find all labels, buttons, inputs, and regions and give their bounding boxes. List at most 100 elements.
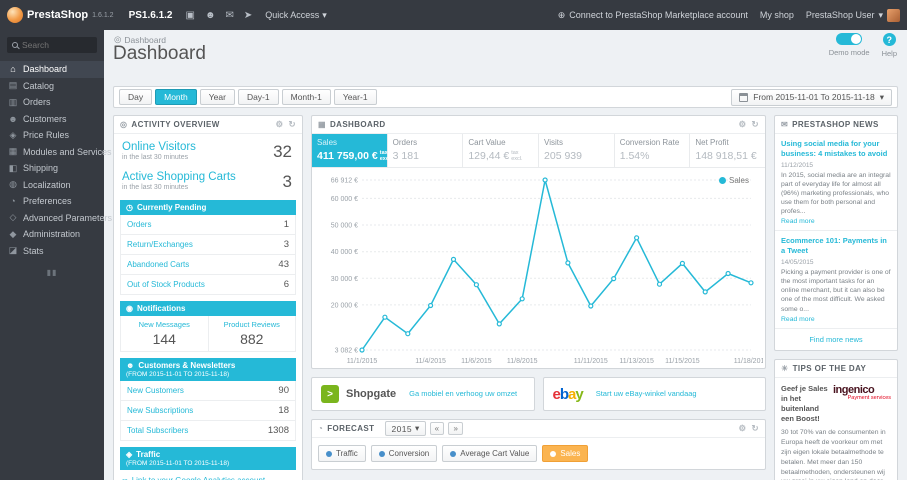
sidebar-item-price-rules[interactable]: ◈ Price Rules (0, 127, 104, 144)
kpi-cart-value[interactable]: Cart Value 129,44 € tax excl. (463, 134, 540, 168)
online-visitors-link[interactable]: Online Visitors (122, 141, 294, 153)
my-shop-link[interactable]: My shop (760, 10, 794, 20)
kpi-sales[interactable]: Sales 411 759,00 € tax excl. (312, 134, 392, 168)
sidebar-item-stats[interactable]: ◪ Stats (0, 243, 104, 260)
sidebar-item-shipping[interactable]: ◧ Shipping (0, 160, 104, 177)
customers-icon: ☻ (8, 113, 18, 124)
demo-mode-control: Demo mode (829, 33, 870, 57)
tips-body: 30 tot 70% van de consumenten in Europa … (781, 429, 886, 480)
news-article-headline[interactable]: Ecommerce 101: Payments in a Tweet (781, 236, 891, 256)
demo-mode-toggle[interactable] (836, 33, 863, 45)
product-reviews-cell[interactable]: Product Reviews 882 (207, 316, 296, 351)
sidebar-item-dashboard[interactable]: ⌂ Dashboard (0, 61, 104, 78)
clock-icon: ◷ (126, 203, 133, 212)
news-panel-header: ✉ PRESTASHOP NEWS (775, 116, 897, 134)
new-messages-cell[interactable]: New Messages 144 (121, 316, 208, 351)
date-filter-day[interactable]: Day (119, 89, 153, 105)
forecast-toggle-average-cart-value[interactable]: Average Cart Value (442, 445, 538, 463)
currently-pending-rows: Orders 1 Return/Exchanges 3 Abandoned Cart… (120, 215, 296, 295)
stats-icon: ◪ (8, 245, 18, 256)
people-icon: ☻ (126, 361, 135, 370)
kpi-orders[interactable]: Orders 3 181 (388, 134, 464, 168)
sidebar-item-label: Localization (23, 179, 71, 190)
sidebar-search[interactable] (7, 37, 97, 53)
forecast-toggle-sales[interactable]: Sales (542, 445, 589, 463)
shopgate-promo-link[interactable]: Ga mobiel en verhoog uw omzet (409, 389, 517, 398)
user-name: PrestaShop User (805, 10, 875, 20)
kpi-visits[interactable]: Visits 205 939 (539, 134, 615, 168)
merchant-expertise-icon[interactable]: ➤ (244, 10, 252, 21)
google-analytics-link[interactable]: ∞ Link to your Google Analytics account (114, 470, 302, 480)
sidebar-item-customers[interactable]: ☻ Customers (0, 111, 104, 128)
pending-orders-row[interactable]: Orders 1 (121, 215, 295, 235)
forecast-next-button[interactable]: » (448, 422, 464, 436)
sidebar-item-catalog[interactable]: ▤ Catalog (0, 78, 104, 95)
svg-text:40 000 €: 40 000 € (331, 249, 358, 256)
read-more-link[interactable]: Read more (781, 218, 891, 225)
marketplace-connect-link[interactable]: ⊕ Connect to PrestaShop Marketplace acco… (558, 10, 748, 21)
abandoned-carts-row[interactable]: Abandoned Carts 43 (121, 255, 295, 275)
sidebar-item-label: Modules and Services (23, 146, 112, 157)
refresh-icon[interactable]: ↻ (751, 423, 759, 434)
customers-notification-icon[interactable]: ☻ (205, 10, 216, 21)
orders-notification-icon[interactable]: ▣ (185, 10, 194, 21)
tips-panel-header: ☀ TIPS OF THE DAY (775, 360, 897, 378)
dashboard-columns: ◎ ACTIVITY OVERVIEW ⚙ ↻ Online Visitors i… (113, 115, 898, 480)
total-subscribers-row[interactable]: Total Subscribers 1308 (121, 421, 295, 440)
date-filter-year[interactable]: Year (199, 89, 235, 105)
collapse-menu-button[interactable]: ▮▮ (0, 268, 104, 277)
currently-pending-header: ◷ Currently Pending (120, 200, 296, 215)
prestashop-logo[interactable]: PrestaShop 1.6.1.2 (0, 7, 121, 23)
shop-name-link[interactable]: PS1.6.1.2 (129, 10, 173, 21)
date-range-picker[interactable]: From 2015-11-01 To 2015-11-18 ▾ (731, 88, 892, 106)
date-filter-month[interactable]: Month (155, 89, 197, 105)
top-bar: PrestaShop 1.6.1.2 PS1.6.1.2 ▣ ☻ ✉ ➤ Qui… (0, 0, 907, 30)
refresh-icon[interactable]: ↻ (751, 119, 759, 130)
pending-returns-row[interactable]: Return/Exchanges 3 (121, 235, 295, 255)
quick-access-menu[interactable]: Quick Access ▾ (265, 10, 327, 21)
ebay-promo-link[interactable]: Start uw eBay-winkel vandaag (596, 389, 697, 398)
date-filter-day-1[interactable]: Day-1 (237, 89, 279, 105)
date-filter-month-1[interactable]: Month-1 (281, 89, 331, 105)
forecast-year-select[interactable]: 2015 ▾ (385, 421, 426, 437)
search-icon (12, 42, 18, 48)
ebay-promo: ebay Start uw eBay-winkel vandaag (542, 377, 766, 412)
new-subscriptions-row[interactable]: New Subscriptions 18 (121, 401, 295, 421)
kpi-conversion-rate[interactable]: Conversion Rate 1.54% (615, 134, 691, 168)
sidebar-item-advanced-parameters[interactable]: ◇ Advanced Parameters (0, 210, 113, 227)
sidebar-item-modules-and-services[interactable]: ▦ Modules and Services (0, 144, 112, 161)
date-filter-year-1[interactable]: Year-1 (333, 89, 377, 105)
active-carts-link[interactable]: Active Shopping Carts (122, 171, 294, 183)
forecast-panel-header: ◔ FORECAST 2015 ▾ « » ⚙ ↻ (312, 420, 765, 439)
user-menu[interactable]: PrestaShop User ▾ (805, 8, 900, 22)
link-icon: ∞ (122, 476, 128, 480)
help-button[interactable]: ? (882, 33, 896, 46)
sidebar-item-localization[interactable]: ◍ Localization (0, 177, 104, 194)
news-article-body: In 2015, social media are an integral pa… (781, 171, 891, 216)
gear-icon[interactable]: ⚙ (275, 119, 283, 130)
kpi-net-profit[interactable]: Net Profit 148 918,51 € (690, 134, 765, 167)
refresh-icon[interactable]: ↻ (288, 119, 296, 130)
new-customers-row[interactable]: New Customers 90 (121, 381, 295, 401)
activity-overview-header: ◎ ACTIVITY OVERVIEW ⚙ ↻ (114, 116, 302, 134)
forecast-panel: ◔ FORECAST 2015 ▾ « » ⚙ ↻ Traffic Conversi… (311, 419, 766, 471)
news-article-headline[interactable]: Using social media for your business: 4 … (781, 139, 891, 159)
out-of-stock-row[interactable]: Out of Stock Products 6 (121, 275, 295, 294)
sidebar-item-administration[interactable]: ◆ Administration (0, 226, 104, 243)
gear-icon[interactable]: ⚙ (738, 423, 746, 434)
search-input[interactable] (22, 40, 92, 50)
tips-headline: Geef je Sales in het buitenland een Boos… (781, 383, 828, 424)
forecast-toggle-traffic[interactable]: Traffic (318, 445, 366, 463)
svg-text:20 000 €: 20 000 € (331, 302, 358, 309)
messages-notification-icon[interactable]: ✉ (225, 10, 233, 21)
svg-text:11/15/2015: 11/15/2015 (665, 358, 700, 365)
forecast-prev-button[interactable]: « (429, 422, 445, 436)
find-more-news-link[interactable]: Find more news (775, 329, 897, 350)
section-subtitle: (FROM 2015-11-01 TO 2015-11-18) (126, 371, 230, 378)
help-control: ? Help (882, 33, 897, 58)
sidebar-item-orders[interactable]: ▥ Orders (0, 94, 104, 111)
forecast-toggle-conversion[interactable]: Conversion (370, 445, 438, 463)
read-more-link[interactable]: Read more (781, 316, 891, 323)
gear-icon[interactable]: ⚙ (738, 119, 746, 130)
sidebar-item-preferences[interactable]: ◔ Preferences (0, 193, 104, 210)
